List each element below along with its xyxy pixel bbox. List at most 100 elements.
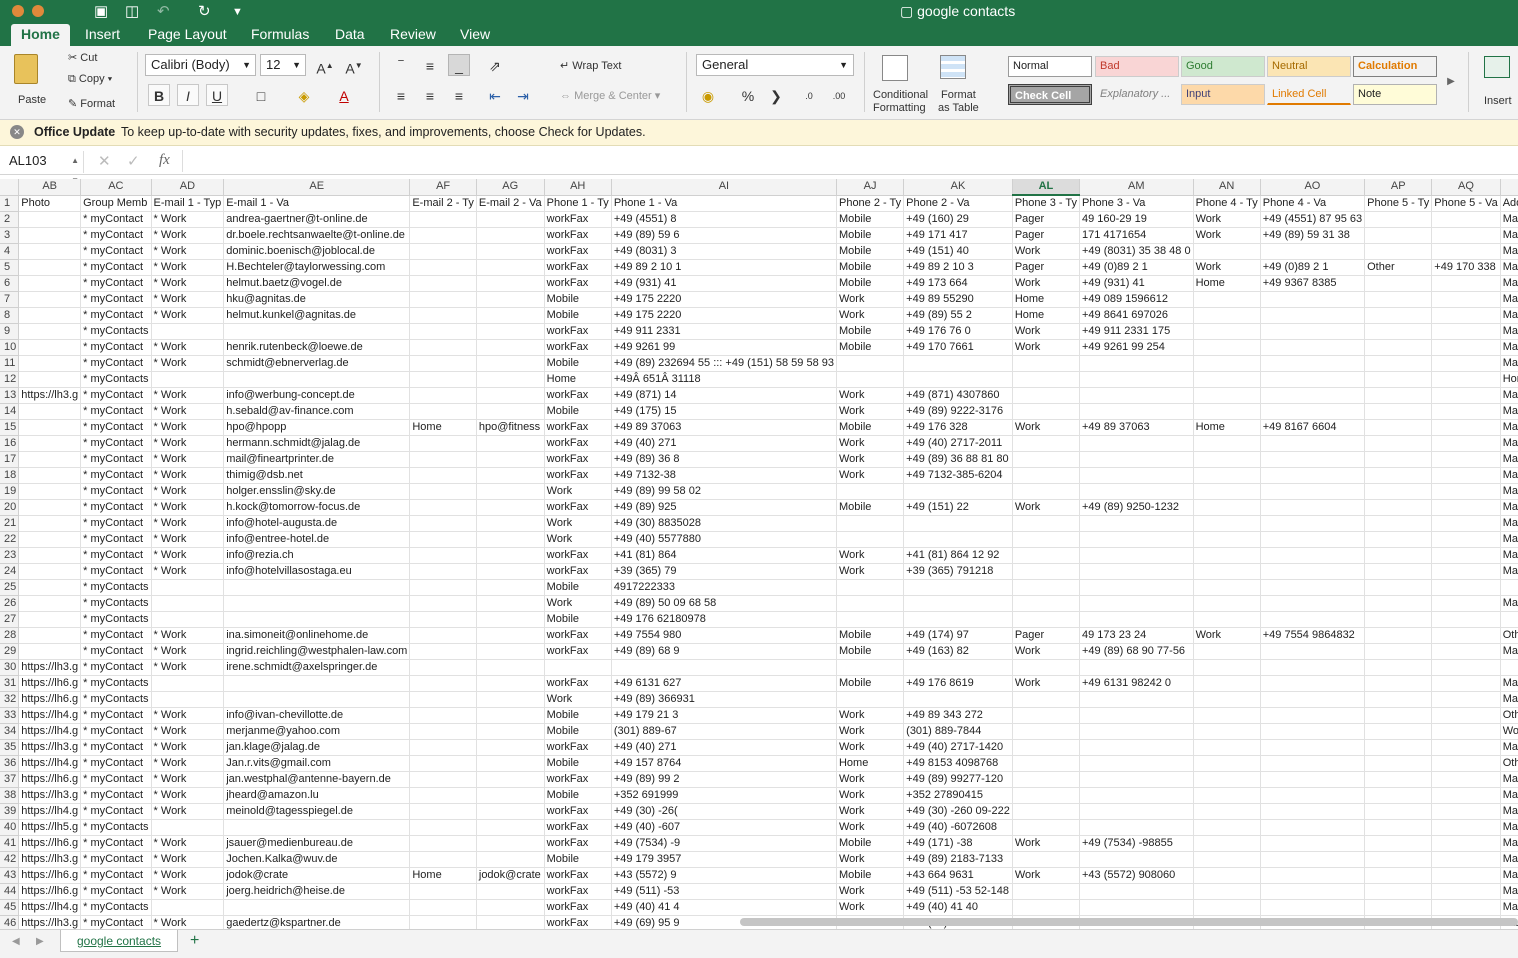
insert-function-icon[interactable]: fx — [159, 152, 170, 169]
cell[interactable]: +49 (40) -6072608 — [903, 819, 1013, 836]
cell[interactable]: https://lh4.g — [18, 755, 82, 772]
cell[interactable] — [1364, 355, 1433, 372]
comma-style-icon[interactable]: ❯ — [765, 84, 787, 106]
cell[interactable]: * myContact — [80, 339, 152, 356]
cell[interactable] — [151, 675, 225, 692]
cell[interactable]: +49 (30) 8835028 — [611, 515, 837, 532]
cell[interactable]: +39 (365) 79 — [611, 563, 837, 580]
cell[interactable]: * Work — [151, 851, 225, 868]
cell[interactable] — [1431, 547, 1501, 564]
cell[interactable]: Mobile — [836, 419, 905, 436]
cell[interactable] — [1431, 883, 1501, 900]
row-header[interactable]: 2 — [0, 211, 20, 228]
cell[interactable] — [1260, 467, 1366, 484]
cell[interactable]: +352 691999 — [611, 787, 837, 804]
cell[interactable] — [903, 483, 1013, 500]
cell[interactable] — [1364, 243, 1433, 260]
cell[interactable]: h.kock@tomorrow-focus.de — [223, 499, 411, 516]
cell[interactable] — [1193, 883, 1261, 900]
cell[interactable] — [409, 483, 477, 500]
cell[interactable]: Work — [1012, 275, 1081, 292]
cell[interactable]: schmidt@ebnerverlag.de — [223, 355, 411, 372]
cell[interactable]: +49 8167 6604 — [1260, 419, 1366, 436]
cell[interactable]: +49 170 7661 — [903, 339, 1013, 356]
cell[interactable] — [151, 819, 225, 836]
cell[interactable]: Phone 1 - Ty — [544, 195, 612, 212]
cell[interactable]: +49 (30) -26( — [611, 803, 837, 820]
cell[interactable]: workFax — [544, 643, 612, 660]
cell[interactable] — [1260, 771, 1366, 788]
cell[interactable]: Work — [836, 851, 905, 868]
cell[interactable] — [1364, 403, 1433, 420]
cell[interactable]: Work — [836, 291, 905, 308]
cell[interactable]: Home — [409, 419, 477, 436]
name-box[interactable]: AL103 ▲▼ — [4, 151, 84, 185]
cell[interactable]: workFax — [544, 819, 612, 836]
cell[interactable]: +49 (163) 82 — [903, 643, 1013, 660]
row-header[interactable]: 24 — [0, 563, 20, 580]
cell[interactable] — [1431, 307, 1501, 324]
cell[interactable] — [1260, 371, 1366, 388]
row-header[interactable]: 28 — [0, 627, 20, 644]
cell[interactable] — [903, 515, 1013, 532]
cell[interactable]: workFax — [544, 627, 612, 644]
row-header[interactable]: 6 — [0, 275, 20, 292]
cell[interactable] — [1012, 563, 1081, 580]
cell[interactable] — [1431, 723, 1501, 740]
styles-more-icon[interactable]: ▶ — [1440, 70, 1462, 92]
cell[interactable] — [1364, 851, 1433, 868]
cell[interactable] — [18, 531, 82, 548]
cell[interactable] — [1364, 227, 1433, 244]
cell[interactable] — [1012, 851, 1081, 868]
cell[interactable] — [1364, 339, 1433, 356]
cell[interactable]: * Work — [151, 291, 225, 308]
cell[interactable] — [1193, 579, 1261, 596]
cell[interactable] — [18, 515, 82, 532]
cell[interactable]: +49 (175) 15 — [611, 403, 837, 420]
cell[interactable] — [1012, 387, 1081, 404]
cell[interactable] — [1079, 691, 1194, 708]
cell[interactable] — [1260, 451, 1366, 468]
cell[interactable]: * Work — [151, 867, 225, 884]
style-note[interactable]: Note — [1353, 84, 1437, 105]
row-header[interactable]: 33 — [0, 707, 20, 724]
cell[interactable]: Work — [1193, 227, 1261, 244]
cell[interactable]: helmut.kunkel@agnitas.de — [223, 307, 411, 324]
cell[interactable]: Mobile — [544, 307, 612, 324]
cell[interactable]: * myContact — [80, 275, 152, 292]
cell[interactable] — [1431, 531, 1501, 548]
cell[interactable]: Phone 2 - Ty — [836, 195, 905, 212]
cell[interactable] — [1431, 211, 1501, 228]
cell[interactable]: Work — [836, 707, 905, 724]
cell[interactable]: Mail Address — [1500, 499, 1518, 516]
cell[interactable] — [1012, 883, 1081, 900]
cell[interactable]: * myContacts — [80, 371, 152, 388]
cell[interactable] — [18, 627, 82, 644]
cell[interactable] — [836, 691, 905, 708]
cell[interactable] — [476, 723, 545, 740]
cell[interactable] — [476, 547, 545, 564]
cell[interactable] — [1079, 467, 1194, 484]
cell[interactable]: holger.ensslin@sky.de — [223, 483, 411, 500]
cell[interactable] — [1364, 819, 1433, 836]
cell[interactable]: Mobile — [544, 291, 612, 308]
cell[interactable] — [1431, 899, 1501, 916]
cell[interactable] — [903, 595, 1013, 612]
cell[interactable] — [1364, 723, 1433, 740]
cell[interactable] — [1364, 691, 1433, 708]
cell[interactable] — [1260, 899, 1366, 916]
cell[interactable] — [1012, 691, 1081, 708]
confirm-formula-icon[interactable]: ✓ — [127, 152, 140, 170]
cell[interactable]: Work — [1012, 419, 1081, 436]
close-window-button[interactable] — [12, 5, 24, 17]
cell[interactable] — [476, 259, 545, 276]
cell[interactable]: Mail Address — [1500, 451, 1518, 468]
cell[interactable] — [1364, 499, 1433, 516]
fill-color-icon[interactable]: ◈ — [293, 84, 315, 106]
cell[interactable]: +49 (511) -53 — [611, 883, 837, 900]
cell[interactable] — [476, 819, 545, 836]
cell[interactable]: +49 (160) 29 — [903, 211, 1013, 228]
column-header[interactable]: AB — [18, 179, 82, 196]
cell[interactable] — [903, 531, 1013, 548]
tab-home[interactable]: Home — [11, 24, 70, 46]
